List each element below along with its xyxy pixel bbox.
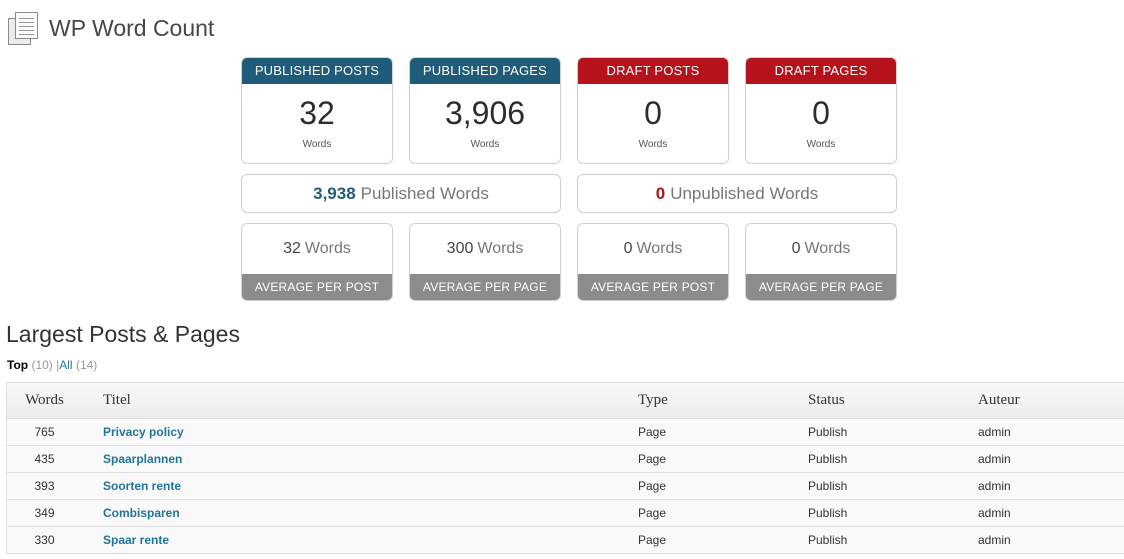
- row-words: 435: [34, 452, 55, 466]
- unpublished-words-value: 0: [655, 183, 666, 203]
- row-type: Page: [638, 452, 667, 466]
- stat-unit: Words: [638, 139, 668, 150]
- page-title: WP Word Count: [49, 14, 215, 41]
- average-label: AVERAGE PER PAGE: [410, 274, 560, 300]
- published-words-value: 3,938: [313, 183, 356, 203]
- column-header-words[interactable]: Words: [7, 392, 82, 409]
- row-status: Publish: [808, 506, 848, 520]
- stat-unit: Words: [470, 139, 500, 150]
- average-label: AVERAGE PER POST: [578, 274, 728, 300]
- published-words-label: Published Words: [360, 183, 489, 203]
- stat-label: DRAFT POSTS: [578, 58, 728, 84]
- row-type: Page: [638, 425, 667, 439]
- average-card-pages-published: 300 Words AVERAGE PER PAGE: [409, 223, 561, 301]
- average-card-posts-draft: 0 Words AVERAGE PER POST: [577, 223, 729, 301]
- stat-label: PUBLISHED POSTS: [242, 58, 392, 84]
- column-header-type[interactable]: Type: [638, 392, 808, 409]
- row-title-link[interactable]: Privacy policy: [82, 425, 638, 439]
- average-unit: Words: [804, 240, 851, 257]
- document-pages-icon: [8, 12, 38, 45]
- section-title: Largest Posts & Pages: [6, 321, 240, 347]
- row-author: admin: [978, 506, 1011, 520]
- stat-card-draft-posts: DRAFT POSTS 0 Words: [577, 57, 729, 164]
- stat-value: 0: [644, 95, 662, 131]
- stat-card-published-pages: PUBLISHED PAGES 3,906 Words: [409, 57, 561, 164]
- average-value: 0: [623, 240, 633, 257]
- row-words: 349: [34, 506, 55, 520]
- stat-unit: Words: [806, 139, 836, 150]
- stat-card-draft-pages: DRAFT PAGES 0 Words: [745, 57, 897, 164]
- average-card-posts-published: 32 Words AVERAGE PER POST: [241, 223, 393, 301]
- row-type: Page: [638, 533, 667, 547]
- row-status: Publish: [808, 425, 848, 439]
- largest-posts-table: Words Titel Type Status Auteur 765 Priva…: [6, 382, 1124, 554]
- stat-value: 32: [299, 95, 335, 131]
- column-header-title[interactable]: Titel: [82, 392, 638, 409]
- average-card-pages-draft: 0 Words AVERAGE PER PAGE: [745, 223, 897, 301]
- row-author: admin: [978, 452, 1011, 466]
- column-header-status[interactable]: Status: [808, 392, 978, 409]
- row-title-link[interactable]: Soorten rente: [82, 479, 638, 493]
- row-words: 393: [34, 479, 55, 493]
- table-row: 330 Spaar rente Page Publish admin: [7, 527, 1124, 554]
- column-header-author[interactable]: Auteur: [978, 392, 1124, 409]
- row-type: Page: [638, 479, 667, 493]
- row-author: admin: [978, 479, 1011, 493]
- table-row: 393 Soorten rente Page Publish admin: [7, 473, 1124, 500]
- stat-value: 3,906: [444, 95, 526, 131]
- average-unit: Words: [304, 240, 351, 257]
- stat-label: DRAFT PAGES: [746, 58, 896, 84]
- stat-card-published-posts: PUBLISHED POSTS 32 Words: [241, 57, 393, 164]
- average-unit: Words: [636, 240, 683, 257]
- row-words: 765: [34, 425, 55, 439]
- average-value: 32: [283, 240, 301, 257]
- filter-links: Top (10) |All (14): [7, 358, 97, 372]
- row-author: admin: [978, 425, 1011, 439]
- average-value: 300: [446, 240, 474, 257]
- average-value: 0: [791, 240, 801, 257]
- unpublished-words-label: Unpublished Words: [670, 183, 819, 203]
- row-title-link[interactable]: Spaarplannen: [82, 452, 638, 466]
- stat-label: PUBLISHED PAGES: [410, 58, 560, 84]
- unpublished-words-summary: 0 Unpublished Words: [577, 174, 897, 213]
- row-status: Publish: [808, 533, 848, 547]
- row-title-link[interactable]: Combisparen: [82, 506, 638, 520]
- published-words-summary: 3,938 Published Words: [241, 174, 561, 213]
- row-type: Page: [638, 506, 667, 520]
- filter-all-count: (14): [75, 358, 98, 372]
- average-unit: Words: [477, 240, 524, 257]
- filter-top-link[interactable]: Top: [7, 358, 28, 372]
- average-label: AVERAGE PER POST: [242, 274, 392, 300]
- table-row: 765 Privacy policy Page Publish admin: [7, 419, 1124, 446]
- row-status: Publish: [808, 479, 848, 493]
- table-row: 349 Combisparen Page Publish admin: [7, 500, 1124, 527]
- average-label: AVERAGE PER PAGE: [746, 274, 896, 300]
- row-words: 330: [34, 533, 55, 547]
- table-row: 435 Spaarplannen Page Publish admin: [7, 446, 1124, 473]
- table-header: Words Titel Type Status Auteur: [7, 383, 1124, 419]
- stat-value: 0: [812, 95, 830, 131]
- page-header: WP Word Count: [8, 10, 214, 46]
- stat-unit: Words: [302, 139, 332, 150]
- filter-top-count: (10): [31, 358, 53, 372]
- row-author: admin: [978, 533, 1011, 547]
- row-title-link[interactable]: Spaar rente: [82, 533, 638, 547]
- row-status: Publish: [808, 452, 848, 466]
- filter-all-link[interactable]: All: [59, 358, 72, 372]
